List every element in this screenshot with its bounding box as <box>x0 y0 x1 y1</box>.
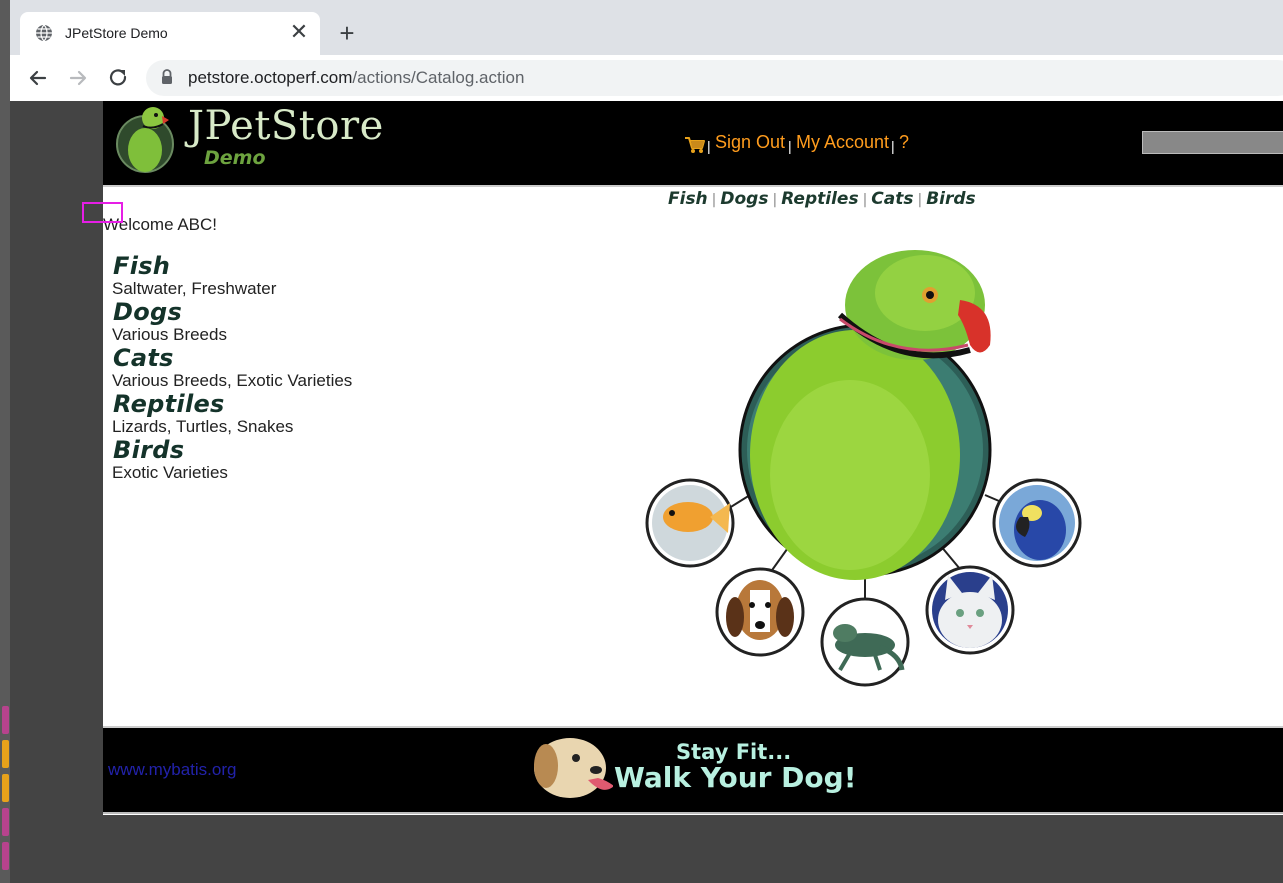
bird-category-macaw-icon <box>992 478 1082 568</box>
cart-icon[interactable] <box>684 136 706 154</box>
quick-link-cats[interactable]: Cats <box>871 189 913 209</box>
category-desc-reptiles: Lizards, Turtles, Snakes <box>112 417 294 436</box>
logo-subtitle: Demo <box>204 147 266 169</box>
category-link-dogs[interactable]: Dogs <box>113 298 182 326</box>
category-link-cats[interactable]: Cats <box>113 344 174 372</box>
reptile-category-iguana-icon <box>820 597 910 687</box>
background-app-chip <box>2 842 9 870</box>
menu-separator: | <box>891 138 895 154</box>
category-link-fish[interactable]: Fish <box>113 252 170 280</box>
cat-category-white-cat-icon <box>925 565 1015 655</box>
help-link[interactable]: ? <box>899 130 909 154</box>
menu-separator: | <box>772 192 778 208</box>
menu-separator: | <box>711 192 717 208</box>
mybatis-link[interactable]: www.mybatis.org <box>108 760 236 780</box>
category-link-reptiles[interactable]: Reptiles <box>113 390 225 418</box>
lock-icon <box>162 69 172 84</box>
quick-link-reptiles[interactable]: Reptiles <box>781 189 858 209</box>
url-text[interactable]: petstore.octoperf.com/actions/Catalog.ac… <box>188 67 524 89</box>
url-path: /actions/Catalog.action <box>352 68 525 87</box>
close-icon[interactable]: ✕ <box>289 21 309 43</box>
bird-category-parrot-center-icon <box>738 250 992 580</box>
fish-category-goldfish-icon <box>645 478 735 568</box>
category-link-birds[interactable]: Birds <box>113 436 184 464</box>
focus-highlight <box>82 202 123 223</box>
back-arrow-icon[interactable] <box>25 65 51 91</box>
menu-separator: | <box>707 138 711 154</box>
category-desc-cats: Various Breeds, Exotic Varieties <box>112 371 353 390</box>
new-tab-button[interactable]: + <box>334 20 360 46</box>
logo-title[interactable]: JPetStore <box>188 101 384 151</box>
category-desc-dogs: Various Breeds <box>112 325 227 344</box>
url-host: petstore.octoperf.com <box>188 68 353 87</box>
globe-icon <box>36 24 52 42</box>
tab-title: JPetStore Demo <box>65 25 168 41</box>
parrot-logo-icon[interactable] <box>113 104 179 174</box>
quick-link-dogs[interactable]: Dogs <box>720 189 768 209</box>
background-app-strip <box>0 0 10 883</box>
menu-separator: | <box>862 192 868 208</box>
background-app-chip <box>2 774 9 802</box>
background-app-chip <box>2 740 9 768</box>
category-desc-fish: Saltwater, Freshwater <box>112 279 277 298</box>
background-app-chip <box>2 808 9 836</box>
dog-banner-icon <box>534 738 613 798</box>
reload-icon[interactable] <box>105 65 131 91</box>
menu-separator: | <box>917 192 923 208</box>
banner-line-2: Walk Your Dog! <box>614 761 857 794</box>
quick-links: Fish | Dogs | Reptiles | Cats | Birds <box>668 187 976 212</box>
dog-category-beagle-icon <box>715 567 805 657</box>
my-account-link[interactable]: My Account <box>796 130 889 154</box>
forward-arrow-icon[interactable] <box>65 65 91 91</box>
sign-out-link[interactable]: Sign Out <box>715 130 785 154</box>
menu-separator: | <box>788 138 792 154</box>
quick-link-fish[interactable]: Fish <box>668 189 708 209</box>
search-input[interactable] <box>1142 131 1283 154</box>
divider <box>103 812 1283 814</box>
category-desc-birds: Exotic Varieties <box>112 463 228 482</box>
background-app-chip <box>2 706 9 734</box>
quick-link-birds[interactable]: Birds <box>926 189 975 209</box>
splash-image-map <box>645 250 1082 687</box>
